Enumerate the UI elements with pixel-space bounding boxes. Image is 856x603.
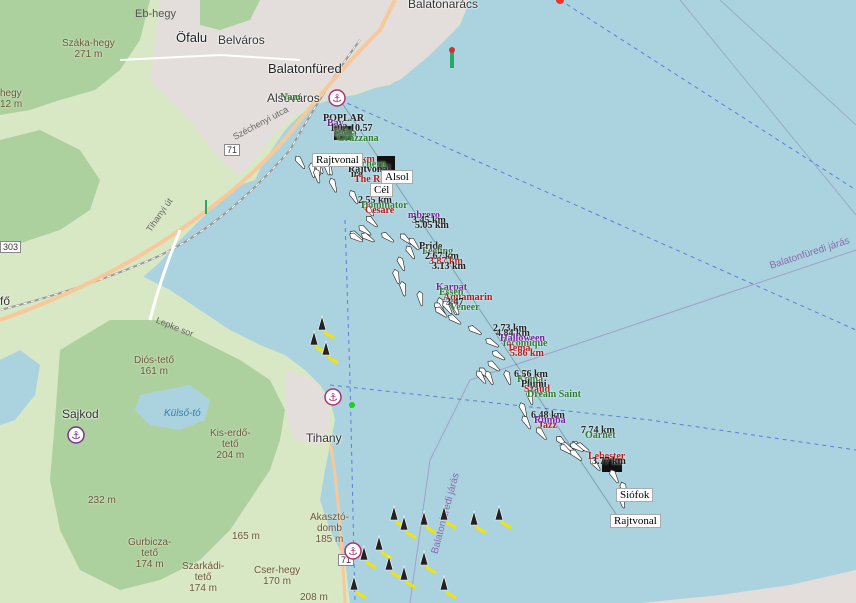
boat-icon[interactable] (416, 290, 425, 307)
sailboat-icon[interactable] (439, 574, 449, 591)
sailboat-icon-wake (500, 520, 512, 530)
boat-label: Oarnet (585, 430, 616, 441)
sailboat-icon-wake (445, 590, 457, 600)
sailboat-icon[interactable] (374, 534, 384, 551)
sailboat-icon[interactable] (321, 339, 331, 356)
sailboat-icon-wake (390, 570, 402, 580)
boat-label: Jazz (538, 420, 557, 431)
sailboat-icon[interactable] (419, 549, 429, 566)
sailboat-icon-wake (475, 525, 487, 535)
sailboat-icon[interactable] (317, 314, 327, 331)
boat-icon[interactable] (364, 214, 379, 229)
sailboat-icon[interactable] (359, 544, 369, 561)
siofok-tag[interactable]: Siófok (616, 488, 654, 502)
alsol-tag[interactable]: Alsol (381, 170, 413, 184)
boat-label: Dream Saint (527, 389, 581, 400)
boat-icon[interactable] (399, 281, 408, 297)
boat-icon[interactable] (328, 177, 339, 193)
sailboat-icon[interactable] (389, 504, 399, 521)
boat-label: 5.05 km (415, 220, 449, 231)
fleet-layer (294, 155, 628, 600)
sailboat-icon-wake (445, 520, 457, 530)
sailboat-icon[interactable] (419, 509, 429, 526)
boat-icon[interactable] (447, 313, 463, 326)
map-canvas[interactable]: Balatonarács Eb-hegy Öfalu Belváros Bala… (0, 0, 856, 603)
boat-icon[interactable] (486, 359, 501, 373)
boat-label: 3.13 km (432, 261, 466, 272)
sailboat-icon[interactable] (399, 514, 409, 531)
boat-label: Grazzana (337, 133, 379, 144)
boat-icon[interactable] (608, 468, 621, 484)
finish-tag[interactable]: Cél (370, 183, 394, 197)
sailboat-icon[interactable] (439, 504, 449, 521)
sailboat-icon-wake (425, 525, 437, 535)
boat-label: Veneer (450, 302, 480, 313)
boat-label: 3.77 km (592, 456, 626, 467)
boat-icon[interactable] (491, 349, 507, 362)
boat-label: Nam (280, 92, 301, 103)
sailboat-icon-wake (405, 530, 417, 540)
boat-icon[interactable] (380, 231, 396, 245)
boat-icon[interactable] (503, 370, 513, 386)
start-line-tag-bottom[interactable]: Rajtvonal (610, 514, 661, 528)
sailboat-icon[interactable] (399, 564, 409, 581)
sailboat-icon[interactable] (384, 554, 394, 571)
boat-icon[interactable] (467, 324, 483, 337)
boat-label: Cesare (365, 205, 395, 216)
sailboat-icon[interactable] (349, 574, 359, 591)
sailboat-icon[interactable] (309, 329, 319, 346)
boat-icon[interactable] (294, 155, 308, 171)
boat-icon[interactable] (518, 402, 529, 418)
boat-icon[interactable] (392, 268, 402, 285)
sailboat-icon-wake (365, 560, 377, 570)
sailboat-icon[interactable] (494, 504, 504, 521)
sailboat-icon-wake (327, 355, 339, 365)
boat-label: 5.86 km (510, 348, 544, 359)
sailboat-icon-wake (405, 580, 417, 590)
sailboat-icon-wake (355, 590, 367, 600)
sailboat-icon-wake (323, 330, 335, 340)
sailboat-icon[interactable] (469, 509, 479, 526)
boat-icon[interactable] (396, 256, 407, 272)
start-line-tag-top[interactable]: Rajtvonal (312, 153, 363, 167)
sailboat-icon-wake (425, 565, 437, 575)
